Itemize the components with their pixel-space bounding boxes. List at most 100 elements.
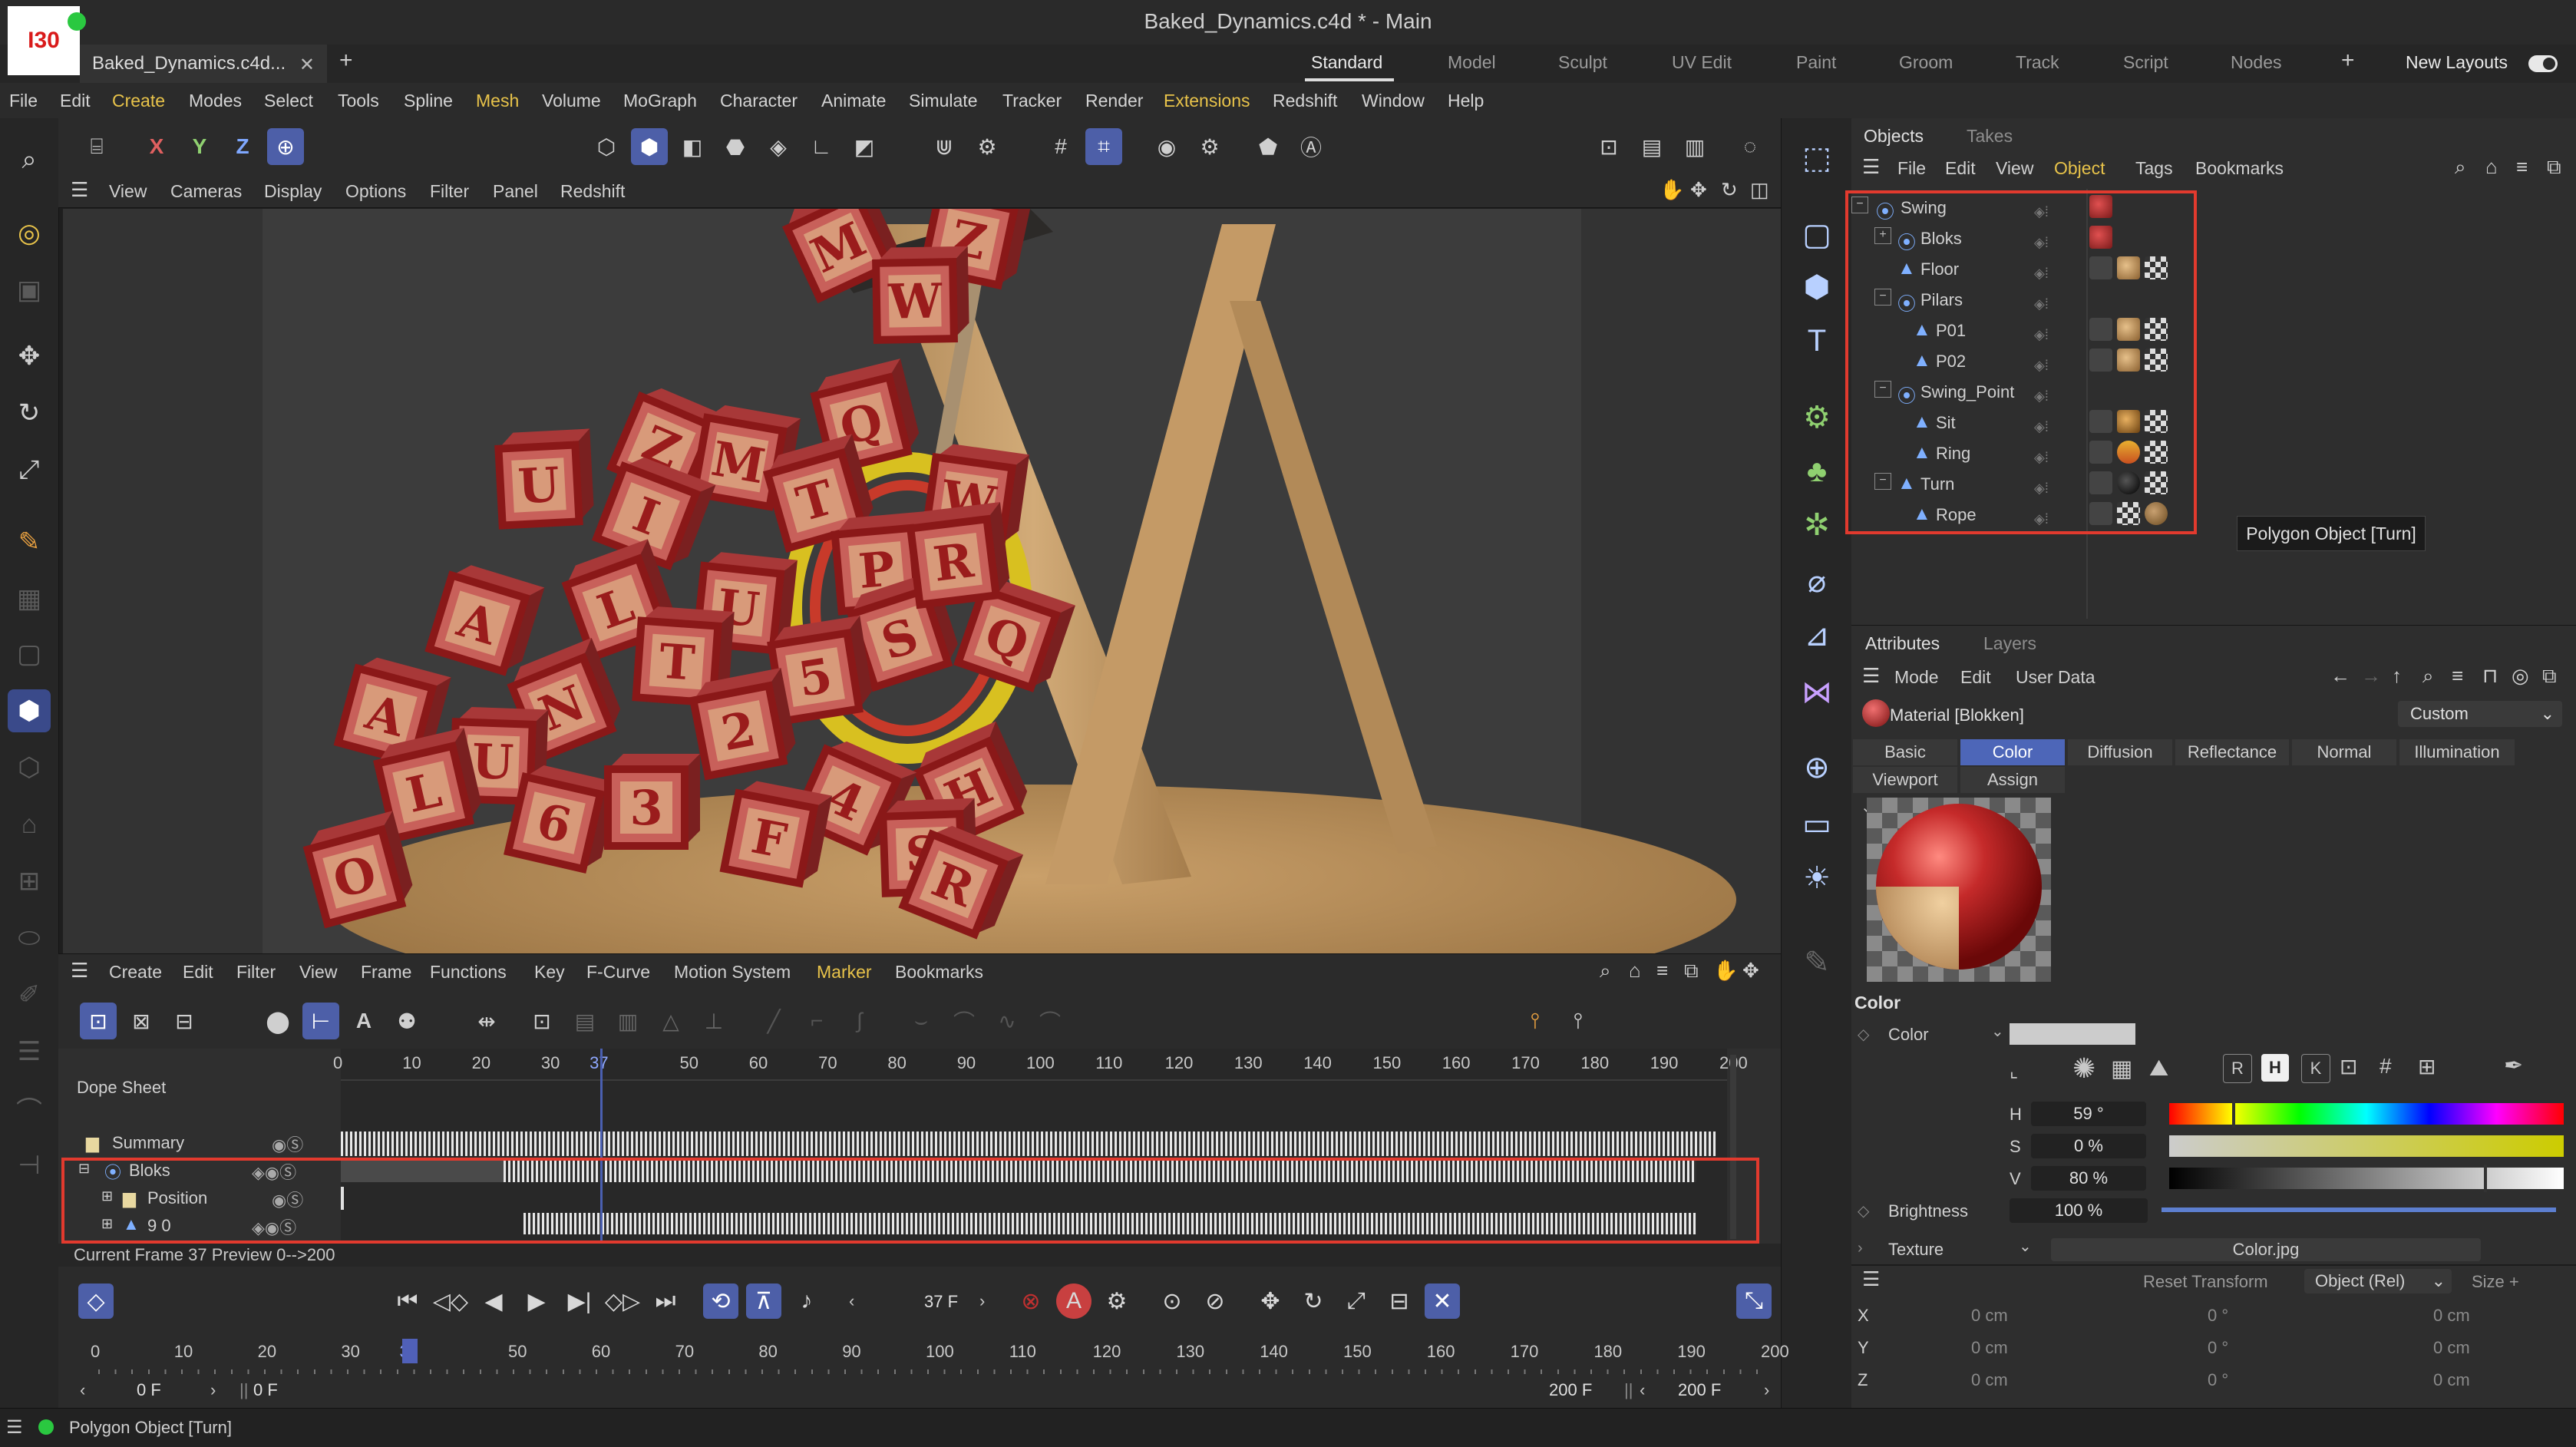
coord-mode-dropdown[interactable]: Object (Rel) ⌄ <box>2304 1269 2452 1293</box>
keyframe-mode-icon[interactable]: ◇ <box>78 1283 114 1319</box>
objects-menu-tags[interactable]: Tags <box>2135 158 2173 179</box>
x-axis-lock-button[interactable]: X <box>138 128 175 165</box>
subtab-normal[interactable]: Normal <box>2292 739 2396 765</box>
timeline-menu-filter[interactable]: Filter <box>236 962 276 983</box>
parameter-key-icon[interactable]: ⊟ <box>1382 1283 1417 1319</box>
keyframe-diamond-icon[interactable]: ◇ <box>1858 1201 1869 1221</box>
ease-in-icon[interactable]: ⌣ <box>903 1003 940 1039</box>
value-slider-handle[interactable] <box>2484 1165 2487 1192</box>
menu-mograph[interactable]: MoGraph <box>623 91 697 111</box>
auto-key-icon[interactable]: Ⓐ <box>1293 128 1329 165</box>
grid-snap-icon[interactable]: # <box>1042 128 1079 165</box>
menu-extensions[interactable]: Extensions <box>1164 91 1250 111</box>
start-frame-field[interactable]: 0 F <box>137 1380 161 1400</box>
camera-icon[interactable]: ▭ <box>1794 801 1840 847</box>
objects-menu-bookmarks[interactable]: Bookmarks <box>2195 158 2284 179</box>
attributes-menu-user-data[interactable]: User Data <box>2016 667 2095 688</box>
move-view-icon[interactable]: ✥ <box>1690 178 1707 202</box>
maximize-view-icon[interactable]: ◫ <box>1750 178 1769 202</box>
preview-start-field[interactable]: 0 F <box>253 1380 278 1400</box>
status-menu-icon[interactable]: ☰ <box>6 1416 23 1439</box>
edges-mode-icon[interactable]: ▢ <box>8 633 51 676</box>
new-document-plus-icon[interactable]: + <box>339 48 353 74</box>
render-settings-icon[interactable]: ⚙ <box>1191 128 1228 165</box>
hex-icon[interactable]: # <box>2379 1054 2392 1079</box>
add-marker-icon[interactable]: ⫯ <box>1560 1003 1597 1039</box>
spline-pen-icon[interactable]: ▢ <box>1794 212 1840 258</box>
render-to-picture-viewer-icon[interactable]: ▤ <box>1633 128 1670 165</box>
user-icon[interactable]: ⚉ <box>388 1003 425 1039</box>
layout-tab-standard[interactable]: Standard <box>1311 52 1382 73</box>
axis-mode-button[interactable]: ∟ <box>803 128 840 165</box>
rotation-z-field[interactable]: 0 ° <box>2208 1370 2228 1390</box>
layout-tab-model[interactable]: Model <box>1448 52 1496 73</box>
track-visibility-icons[interactable]: ◉Ⓢ <box>272 1132 303 1156</box>
magnet-icon[interactable]: ⋓ <box>926 128 963 165</box>
timeline-menu-key[interactable]: Key <box>534 962 565 983</box>
points-mode-icon[interactable]: ▦ <box>8 577 51 620</box>
model-mode-icon[interactable]: ⬢ <box>8 689 51 732</box>
subtab-reflectance[interactable]: Reflectance <box>2175 739 2289 765</box>
new-window-icon[interactable]: ⧉ <box>2547 155 2561 180</box>
preset-dropdown[interactable]: Custom ⌄ <box>2398 701 2562 727</box>
workplane-icon[interactable]: ⊞ <box>8 860 51 903</box>
menu-mesh[interactable]: Mesh <box>476 91 519 111</box>
texture-mode-button[interactable]: ◈ <box>760 128 797 165</box>
menu-animate[interactable]: Animate <box>821 91 886 111</box>
position-x-field[interactable]: 0 cm <box>1971 1306 2008 1326</box>
rotate-key-icon[interactable]: ↻ <box>1296 1283 1331 1319</box>
points-mode-button[interactable]: ⬡ <box>588 128 625 165</box>
coords-hamburger-icon[interactable]: ☰ <box>1862 1267 1880 1291</box>
go-to-start-icon[interactable]: ⏮ <box>390 1283 425 1319</box>
marker-icon[interactable]: ⫯ <box>1517 1003 1554 1039</box>
step-interp-icon[interactable]: ⌐ <box>798 1003 835 1039</box>
position-y-field[interactable]: 0 cm <box>1971 1338 2008 1358</box>
auto-mode-icon[interactable]: A <box>345 1003 382 1039</box>
end-decrement-icon[interactable]: ‹ <box>1640 1380 1645 1400</box>
close-icon[interactable]: ✕ <box>299 54 315 76</box>
z-axis-lock-button[interactable]: Z <box>224 128 261 165</box>
menu-tracker[interactable]: Tracker <box>1002 91 1062 111</box>
spectrum-icon[interactable]: ▦ <box>2111 1056 2132 1082</box>
brightness-slider[interactable] <box>2162 1207 2556 1212</box>
timeline-window-icon[interactable]: ⤡ <box>1736 1283 1772 1319</box>
timeline-menu-create[interactable]: Create <box>109 962 162 983</box>
workplane-snap-icon[interactable]: ⌗ <box>1085 128 1122 165</box>
range-handle-left[interactable]: || <box>239 1380 248 1400</box>
text-icon[interactable]: T <box>1794 318 1840 364</box>
timeline-menu-view[interactable]: View <box>299 962 337 983</box>
brush-tool-icon[interactable]: ✎ <box>8 520 51 563</box>
rotation-x-field[interactable]: 0 ° <box>2208 1306 2228 1326</box>
tab-objects[interactable]: Objects <box>1864 126 1924 147</box>
size-mode-button[interactable]: Size + <box>2472 1272 2519 1292</box>
objects-menu-object[interactable]: Object <box>2054 158 2105 179</box>
scale-icon[interactable]: ⤢ <box>8 448 51 491</box>
reset-transform-button[interactable]: Reset Transform <box>2143 1272 2268 1292</box>
objects-menu-edit[interactable]: Edit <box>1945 158 1976 179</box>
menu-select[interactable]: Select <box>264 91 313 111</box>
tab-takes[interactable]: Takes <box>1967 126 2013 147</box>
rotate-icon[interactable]: ↻ <box>8 391 51 434</box>
snap-settings-button[interactable]: ⚙ <box>969 128 1006 165</box>
effector-icon[interactable]: ✲ <box>1794 502 1840 548</box>
value-slider[interactable] <box>2169 1168 2564 1189</box>
hue-field[interactable]: 59 ° <box>2031 1102 2146 1126</box>
key-reduction-icon[interactable]: ⊡ <box>523 1003 560 1039</box>
document-tab[interactable]: Baked_Dynamics.c4d... ✕ <box>80 45 327 83</box>
sculpt-icon[interactable]: ⌒ <box>8 1087 51 1130</box>
all-objects-icon[interactable]: ⬤ <box>259 1003 296 1039</box>
edit-render-settings-icon[interactable]: ▥ <box>1676 128 1713 165</box>
tab-attributes[interactable]: Attributes <box>1865 633 1940 654</box>
auto-keying-icon[interactable]: A <box>1056 1283 1091 1319</box>
color-wheel-icon[interactable]: ✺ <box>2072 1052 2095 1085</box>
spline-interp-icon[interactable]: ∫ <box>841 1003 878 1039</box>
play-icon[interactable]: ▶ <box>519 1283 554 1319</box>
f-curve-mode-icon[interactable]: ⊠ <box>123 1003 160 1039</box>
preview-end-field[interactable]: 200 F <box>1549 1380 1592 1400</box>
subtab-illumination[interactable]: Illumination <box>2399 739 2515 765</box>
cloner-icon[interactable]: ♣ <box>1794 448 1840 494</box>
layout-toggle[interactable] <box>2528 55 2558 72</box>
search-icon[interactable]: ⌕ <box>8 138 51 181</box>
layout-tab-sculpt[interactable]: Sculpt <box>1558 52 1607 73</box>
record-icon[interactable]: ⊗ <box>1013 1283 1049 1319</box>
